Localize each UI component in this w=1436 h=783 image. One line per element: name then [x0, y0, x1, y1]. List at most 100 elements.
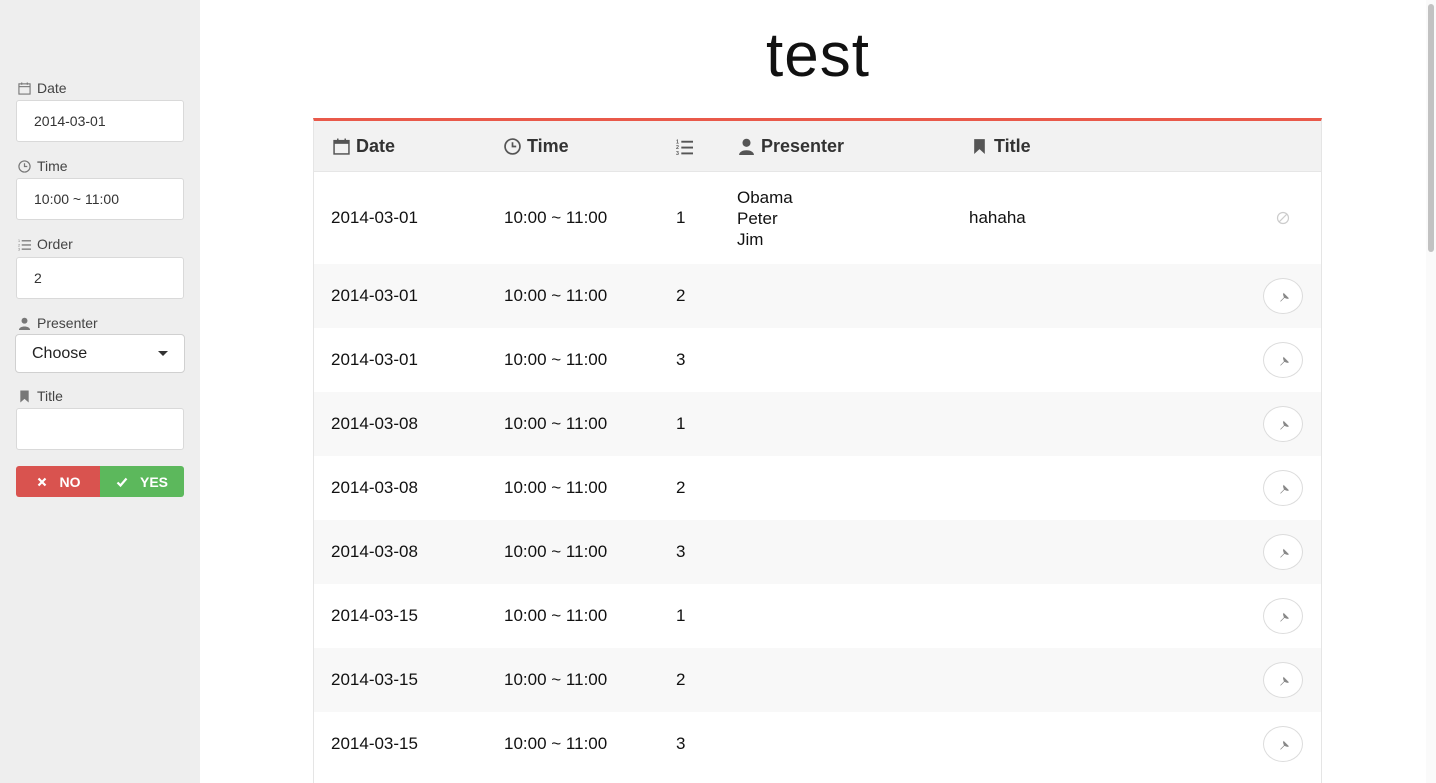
presenter-name: Peter	[737, 208, 778, 228]
cell-date: 2014-03-01	[331, 208, 418, 227]
cell-date: 2014-03-08	[331, 478, 418, 497]
cell-order: 1	[676, 208, 686, 227]
table-row: 2014-03-08 10:00 ~ 11:00 2	[314, 456, 1321, 520]
user-icon	[739, 138, 754, 155]
header-time: Time	[504, 121, 569, 172]
cell-title: hahaha	[969, 208, 1026, 227]
confirm-button-group: NO YES	[16, 466, 184, 497]
order-label: 123 Order	[18, 236, 73, 252]
row-action	[1263, 328, 1303, 392]
pin-button[interactable]	[1263, 406, 1303, 442]
cell-time: 10:00 ~ 11:00	[504, 542, 608, 561]
pin-icon	[1279, 738, 1289, 750]
cell-order: 1	[676, 414, 686, 433]
pin-icon	[1279, 546, 1289, 558]
cell-time: 10:00 ~ 11:00	[504, 734, 608, 753]
bookmark-icon	[20, 389, 29, 403]
yes-button[interactable]: YES	[100, 466, 184, 497]
header-date: Date	[333, 121, 395, 172]
table-header: Date Time 123 Presenter Title	[314, 121, 1321, 172]
row-action	[1263, 712, 1303, 776]
cell-date: 2014-03-01	[331, 350, 418, 369]
page-title: test	[766, 21, 870, 90]
header-title: Title	[971, 121, 1031, 172]
cell-time: 10:00 ~ 11:00	[504, 670, 608, 689]
cell-order: 1	[676, 606, 686, 625]
scrollbar-thumb[interactable]	[1428, 4, 1434, 252]
cell-time: 10:00 ~ 11:00	[504, 606, 608, 625]
schedule-table: Date Time 123 Presenter Title 2014-03-01…	[313, 118, 1322, 783]
table-row: 2014-03-15 10:00 ~ 11:00 3	[314, 712, 1321, 776]
table-row: 2014-03-01 10:00 ~ 11:00 2	[314, 264, 1321, 328]
pin-button[interactable]	[1263, 342, 1303, 378]
pin-icon	[1279, 290, 1289, 302]
table-row: 2014-03-15 10:00 ~ 11:00 2	[314, 648, 1321, 712]
cell-order: 3	[676, 542, 686, 561]
date-input[interactable]: 2014-03-01	[16, 100, 184, 142]
presenter-name: Obama	[737, 187, 793, 207]
pin-icon	[1279, 674, 1289, 686]
cell-order: 2	[676, 478, 686, 497]
calendar-icon	[333, 138, 350, 155]
table-row: 2014-03-15 10:00 ~ 11:00 1	[314, 584, 1321, 648]
list-ordered-icon: 123	[18, 239, 31, 251]
date-label: Date	[18, 80, 67, 96]
row-action	[1263, 392, 1303, 456]
cell-order: 3	[676, 350, 686, 369]
cell-order: 2	[676, 286, 686, 305]
cell-time: 10:00 ~ 11:00	[504, 414, 608, 433]
chevron-down-icon	[158, 351, 168, 356]
cell-order: 2	[676, 670, 686, 689]
pin-icon	[1279, 418, 1289, 430]
title-label: Title	[18, 388, 63, 404]
header-presenter: Presenter	[738, 121, 844, 172]
title-input[interactable]	[16, 408, 184, 450]
pin-button[interactable]	[1263, 534, 1303, 570]
time-label: Time	[18, 158, 68, 174]
cell-time: 10:00 ~ 11:00	[504, 478, 608, 497]
pin-icon	[1279, 482, 1289, 494]
close-icon	[37, 477, 46, 486]
cell-date: 2014-03-08	[331, 414, 418, 433]
row-action	[1263, 584, 1303, 648]
order-input[interactable]: 2	[16, 257, 184, 299]
cell-date: 2014-03-01	[331, 286, 418, 305]
list-ordered-icon: 123	[676, 139, 693, 155]
svg-text:3: 3	[676, 151, 679, 155]
ban-icon	[1276, 211, 1290, 225]
cell-time: 10:00 ~ 11:00	[504, 208, 608, 227]
bookmark-icon	[974, 139, 985, 154]
no-button[interactable]: NO	[16, 466, 100, 497]
clock-icon	[18, 159, 31, 173]
scrollbar[interactable]	[1426, 0, 1436, 783]
presenter-selected: Choose	[32, 344, 88, 362]
calendar-icon	[18, 81, 31, 95]
presenter-label: Presenter	[18, 315, 98, 331]
cell-date: 2014-03-15	[331, 670, 418, 689]
pin-button[interactable]	[1263, 662, 1303, 698]
cell-presenter: Obama Peter Jim	[737, 172, 793, 264]
time-input[interactable]: 10:00 ~ 11:00	[16, 178, 184, 220]
pin-button[interactable]	[1263, 598, 1303, 634]
cell-time: 10:00 ~ 11:00	[504, 286, 608, 305]
table-row: 2014-03-01 10:00 ~ 11:00 1 Obama Peter Jim…	[314, 172, 1321, 264]
cell-date: 2014-03-15	[331, 606, 418, 625]
row-action	[1263, 456, 1303, 520]
cell-date: 2014-03-15	[331, 734, 418, 753]
cell-date: 2014-03-08	[331, 542, 418, 561]
presenter-list: Obama Peter Jim	[737, 187, 793, 250]
pin-button[interactable]	[1263, 726, 1303, 762]
table-row: 2014-03-08 10:00 ~ 11:00 1	[314, 392, 1321, 456]
row-action	[1263, 264, 1303, 328]
row-action	[1263, 648, 1303, 712]
pin-button[interactable]	[1263, 278, 1303, 314]
sidebar: Date 2014-03-01 Time 10:00 ~ 11:00 123 O…	[0, 0, 200, 783]
table-row: 2014-03-01 10:00 ~ 11:00 3	[314, 328, 1321, 392]
presenter-select[interactable]: Choose	[15, 334, 185, 373]
row-action	[1263, 520, 1303, 584]
cell-time: 10:00 ~ 11:00	[504, 350, 608, 369]
header-order: 123	[676, 121, 693, 172]
pin-button[interactable]	[1263, 470, 1303, 506]
row-action-disabled	[1263, 172, 1303, 264]
check-icon	[116, 477, 128, 487]
